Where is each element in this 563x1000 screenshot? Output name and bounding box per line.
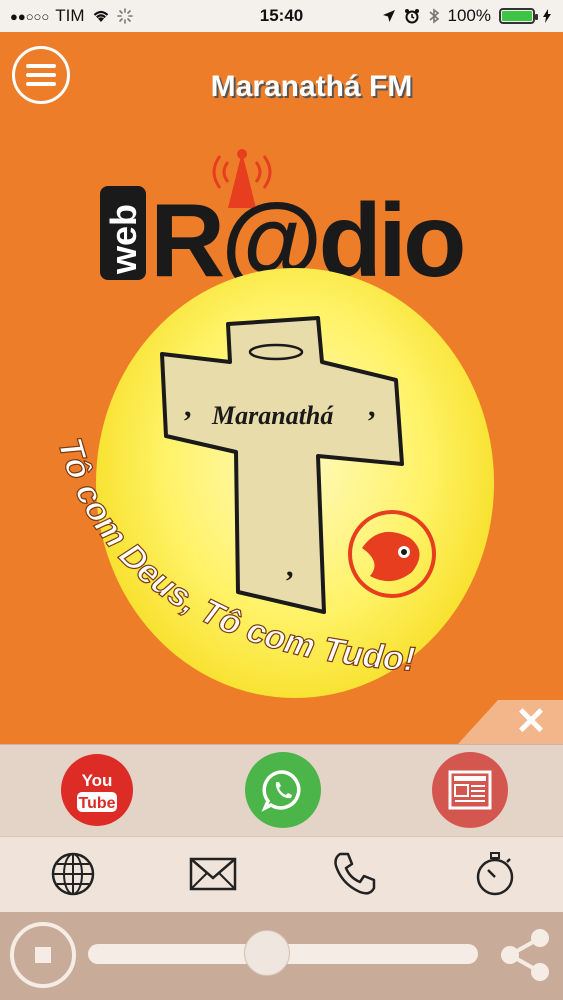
close-icon[interactable]: ✕: [515, 703, 547, 741]
bluetooth-icon: [428, 8, 439, 24]
mail-icon[interactable]: [189, 850, 237, 898]
whatsapp-button[interactable]: [245, 752, 321, 828]
newspaper-icon: [448, 770, 492, 810]
slogan-text: Tô com Deus, Tô com Tudo!: [50, 434, 416, 679]
news-button[interactable]: [432, 752, 508, 828]
cross-icon: Maranathá , , ,: [160, 316, 404, 614]
cross-label: Maranathá: [211, 401, 334, 430]
youtube-icon: You Tube: [77, 771, 117, 812]
phone-icon[interactable]: [330, 850, 378, 898]
share-icon[interactable]: [496, 926, 554, 984]
whatsapp-icon: [261, 770, 301, 812]
status-bar: ●●○○○ TIM 15:40 100%: [0, 0, 563, 32]
alarm-clock-icon: [404, 9, 419, 24]
timer-icon[interactable]: [471, 850, 519, 898]
charging-bolt-icon: [543, 9, 551, 23]
globe-icon[interactable]: [49, 850, 97, 898]
youtube-label-top: You: [82, 771, 113, 790]
location-arrow-icon: [382, 10, 395, 22]
comma-mark: ,: [286, 550, 294, 583]
youtube-label-bottom: Tube: [78, 795, 115, 812]
youtube-button[interactable]: You Tube: [61, 754, 133, 826]
stop-button[interactable]: [10, 922, 76, 988]
battery-percent: 100%: [447, 6, 491, 25]
battery-icon: [499, 8, 538, 24]
main-banner: Maranathá FM web R@dio Maranathá , , , T…: [0, 32, 563, 744]
quote-open: ,: [184, 390, 192, 423]
quote-close: ,: [368, 390, 376, 423]
stop-icon: [35, 947, 51, 963]
maranatha-emblem: Maranathá , , , Tô com Deus, Tô com Tudo…: [50, 316, 436, 679]
red-bird-icon: [348, 510, 436, 598]
